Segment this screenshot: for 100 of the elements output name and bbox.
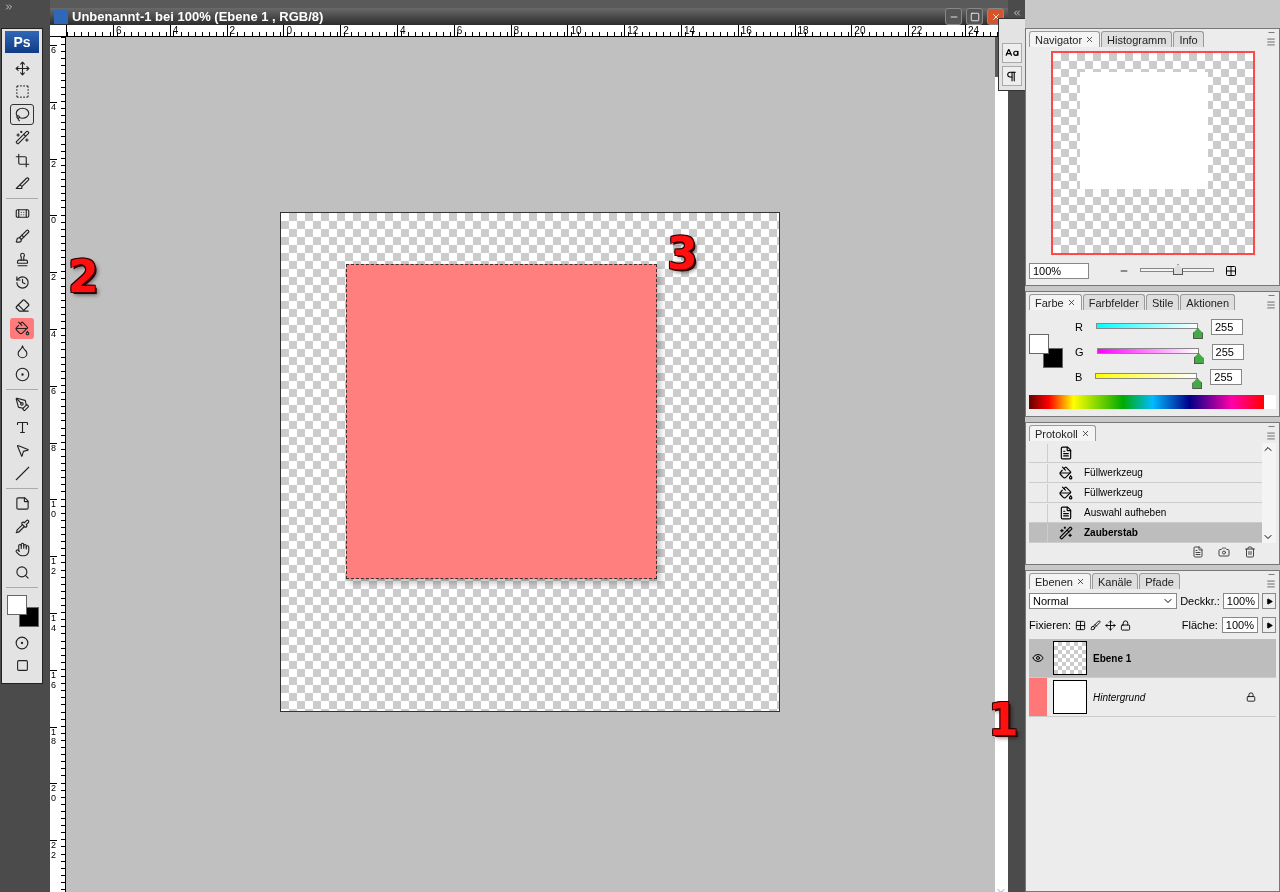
slider-thumb[interactable] [1173, 264, 1183, 275]
ruler-label: 16 [50, 669, 57, 727]
fill-label: Fläche: [1181, 619, 1218, 631]
ruler-label: 2 [50, 158, 57, 216]
triangle-icon [1265, 621, 1273, 629]
fill-arrow-button[interactable] [1262, 617, 1276, 633]
triangle-icon [1265, 597, 1273, 605]
camera-icon[interactable] [1218, 546, 1230, 558]
close-icon[interactable] [1085, 35, 1095, 44]
channel-value-field[interactable]: 255 [1210, 318, 1243, 335]
color-swatches-drawing[interactable] [7, 595, 37, 627]
expand-icon[interactable] [4, 2, 14, 12]
paragraph-panel-button[interactable] [1001, 66, 1022, 86]
ruler-label: 14 [680, 25, 738, 36]
ruler-label: 4 [50, 329, 57, 386]
panel-tab[interactable]: Navigator [1029, 31, 1101, 47]
lock-brush-icon[interactable] [1090, 619, 1102, 631]
annotation-number: 2 [68, 255, 99, 299]
panel-tab[interactable]: Ebenen [1029, 573, 1091, 589]
pilcrow-icon [1005, 69, 1018, 83]
ruler-label: 14 [50, 612, 57, 670]
wand-icon [1059, 525, 1073, 540]
history-item[interactable]: Zauberstab [1029, 523, 1262, 543]
close-icon[interactable] [1080, 429, 1090, 438]
panel-tab[interactable]: Histogramm [1101, 31, 1173, 47]
opacity-arrow-button[interactable] [1262, 593, 1276, 609]
hand-icon [14, 542, 30, 557]
character-panel-button[interactable] [1001, 43, 1022, 63]
collapse-icon[interactable] [1011, 8, 1022, 18]
channel-label: R [1075, 320, 1083, 333]
lock-transparency-icon[interactable] [1075, 619, 1087, 631]
panel-tab[interactable]: Info [1173, 31, 1204, 47]
panel-tab[interactable]: Farbe [1029, 294, 1082, 310]
marquee-icon [14, 84, 30, 99]
visibility-toggle[interactable] [1029, 678, 1047, 716]
slider-thumb[interactable] [1193, 353, 1204, 364]
bucket-tool-button[interactable] [10, 318, 34, 339]
history-label: Zauberstab [1084, 527, 1138, 538]
crop-icon [14, 153, 30, 168]
trash-icon[interactable] [1244, 546, 1256, 558]
ruler-label: 12 [50, 556, 57, 613]
ruler-label: 20 [50, 783, 57, 841]
color-spectrum[interactable] [1029, 395, 1276, 409]
panel-tab[interactable]: Stile [1145, 294, 1180, 310]
history-item[interactable]: Füllwerkzeug [1029, 463, 1262, 483]
ruler-label: 18 [50, 726, 57, 784]
square-icon [15, 659, 29, 672]
history-label: Auswahl aufheben [1084, 507, 1167, 518]
slider-thumb[interactable] [1192, 378, 1203, 389]
history-item[interactable]: Füllwerkzeug [1029, 483, 1262, 503]
panel-tab[interactable]: Farbfelder [1082, 294, 1145, 310]
close-icon[interactable] [1075, 577, 1085, 586]
scrollbar[interactable] [1262, 443, 1276, 543]
opacity-field[interactable]: 100% [1222, 593, 1259, 609]
channel-value-field[interactable]: 255 [1210, 368, 1243, 385]
notes-icon [14, 496, 30, 511]
panel-tab[interactable]: Kanäle [1091, 573, 1139, 589]
bucket-icon [1059, 485, 1073, 500]
ruler-label: 4 [397, 25, 454, 36]
lock-move-icon[interactable] [1105, 619, 1117, 631]
lasso-tool-button[interactable] [10, 104, 34, 125]
annotation-number: 3 [667, 232, 698, 276]
ruler-label: 4 [169, 25, 227, 36]
panel-tab[interactable]: Aktionen [1180, 294, 1236, 310]
move-icon [14, 61, 30, 76]
color-swatches-drawing[interactable] [1029, 333, 1065, 370]
blend-mode-dropdown[interactable]: Normal [1029, 593, 1178, 609]
eyedropper-icon [14, 519, 30, 534]
document-icon [54, 9, 68, 24]
layer-row[interactable]: Hintergrund [1029, 678, 1276, 717]
zoom-in-icon[interactable] [1225, 264, 1237, 277]
history-label: Füllwerkzeug [1084, 467, 1143, 478]
circle-icon [15, 635, 29, 650]
brush-icon [14, 229, 30, 244]
close-icon[interactable] [1066, 298, 1076, 307]
deselect-icon [1059, 445, 1073, 460]
maximize-button[interactable] [966, 8, 983, 25]
lock-icon[interactable] [1120, 619, 1132, 631]
ruler-label: 6 [453, 25, 511, 36]
eye-icon [1032, 652, 1044, 664]
layer-row[interactable]: Ebene 1 [1029, 639, 1276, 678]
zoom-field[interactable]: 100% [1029, 262, 1089, 279]
new-document-icon[interactable] [1192, 546, 1204, 558]
opacity-label: Deckkr.: [1180, 595, 1220, 607]
path-icon [14, 443, 30, 458]
document-title: Unbenannt-1 bei 100% (Ebene 1 , RGB/8) [72, 9, 325, 24]
eraser-icon [14, 298, 30, 313]
dodge-icon [14, 367, 30, 382]
slider-thumb[interactable] [1192, 328, 1203, 339]
zoom-icon [14, 565, 30, 580]
channel-value-field[interactable]: 255 [1211, 343, 1244, 360]
bucket-icon [14, 321, 30, 336]
ruler-label: 10 [50, 499, 57, 557]
panel-tab[interactable]: Pfade [1139, 573, 1180, 589]
fill-field[interactable]: 100% [1221, 617, 1258, 633]
minimize-button[interactable] [945, 8, 962, 25]
ruler-label: 22 [50, 840, 57, 892]
stamp-icon [14, 252, 30, 267]
maximize-icon [969, 11, 980, 22]
panel-tab[interactable]: Protokoll [1029, 425, 1096, 441]
